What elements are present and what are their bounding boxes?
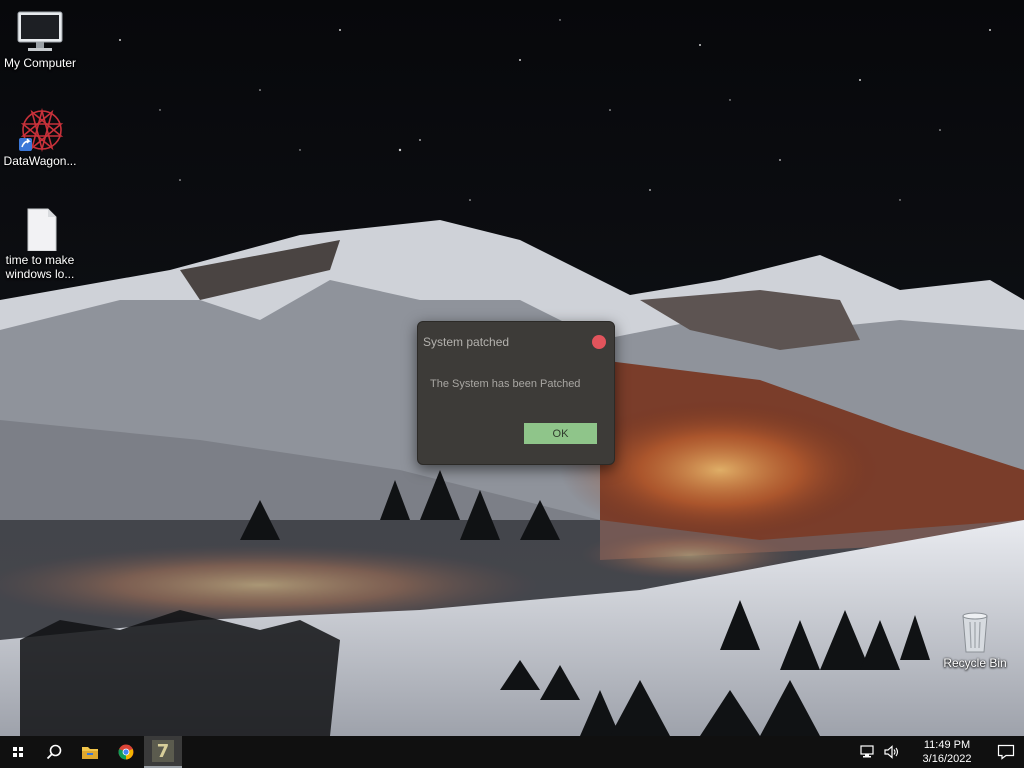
file-explorer-button[interactable]	[72, 736, 108, 768]
search-icon	[46, 744, 62, 760]
app-7-icon: 7	[152, 740, 174, 762]
desktop-icon-label: My Computer	[3, 56, 77, 70]
start-button[interactable]	[0, 736, 36, 768]
start-icon	[13, 747, 23, 757]
network-icon	[860, 745, 874, 758]
network-button[interactable]	[856, 736, 880, 768]
clock[interactable]: 11:49 PM 3/16/2022	[912, 738, 982, 766]
clock-time: 11:49 PM	[923, 739, 971, 751]
system-tray: 11:49 PM 3/16/2022	[856, 736, 1024, 768]
notification-icon	[997, 744, 1015, 760]
dialog-message: The System has been Patched	[430, 378, 581, 390]
ok-button[interactable]: OK	[524, 423, 597, 444]
taskbar: 7 11:49 PM 3/16/2022	[0, 736, 1024, 768]
datawagon-icon	[16, 107, 64, 153]
desktop-icon-document[interactable]: time to make windows lo...	[0, 207, 80, 281]
dialog-title: System patched	[423, 335, 510, 349]
notification-button[interactable]	[988, 736, 1024, 768]
desktop-icon-label: DataWagon...	[3, 154, 77, 168]
volume-button[interactable]	[880, 736, 904, 768]
computer-icon	[16, 10, 64, 54]
desktop-icon-label: Recycle Bin	[943, 656, 1007, 670]
chrome-button[interactable]	[108, 736, 144, 768]
app-7-button[interactable]: 7	[144, 736, 182, 768]
desktop-icon-my-computer[interactable]: My Computer	[0, 10, 80, 70]
desktop-icon-recycle-bin[interactable]: Recycle Bin	[935, 610, 1015, 670]
recycle-bin-icon	[951, 610, 999, 654]
chrome-icon	[118, 744, 134, 760]
close-button[interactable]	[592, 335, 606, 349]
volume-icon	[884, 745, 899, 759]
desktop-icon-datawagon[interactable]: DataWagon...	[0, 107, 80, 168]
file-explorer-icon	[82, 747, 98, 759]
system-patched-dialog: System patched The System has been Patch…	[417, 321, 615, 465]
desktop-icon-label: time to make windows lo...	[5, 253, 75, 281]
document-icon	[16, 207, 64, 252]
clock-date: 3/16/2022	[922, 753, 972, 765]
search-button[interactable]	[36, 736, 72, 768]
